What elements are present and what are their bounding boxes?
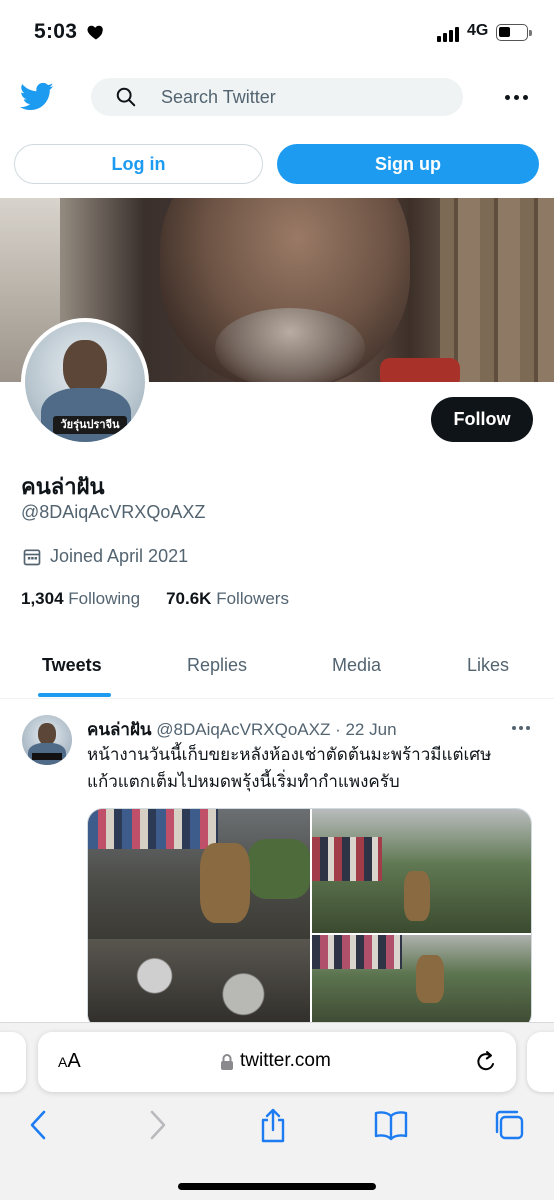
previous-tab-card[interactable] xyxy=(0,1032,26,1092)
tweet-photo[interactable] xyxy=(88,809,310,1029)
search-input[interactable] xyxy=(161,78,451,116)
search-icon xyxy=(116,87,136,107)
active-tab-indicator xyxy=(38,693,111,697)
status-bar: 5:03 4G xyxy=(0,0,554,66)
tabs-icon[interactable] xyxy=(492,1108,526,1142)
followers-count: 70.6K xyxy=(166,589,212,608)
tweet-avatar[interactable] xyxy=(22,715,72,765)
followers-link[interactable]: 70.6K Followers xyxy=(166,589,289,609)
url-text: twitter.com xyxy=(240,1050,331,1071)
more-icon[interactable] xyxy=(505,87,529,107)
following-count: 1,304 xyxy=(21,589,64,608)
next-tab-card[interactable] xyxy=(527,1032,554,1092)
tweet-text: หน้างานวันนี้เก็บขยะหลังห้องเช่าตัดต้นมะ… xyxy=(87,741,527,795)
bookmarks-icon[interactable] xyxy=(373,1108,409,1142)
profile-avatar[interactable]: วัยรุ่นปราจีน xyxy=(21,318,149,446)
tweet-meta: @8DAiqAcVRXQoAXZ · 22 Jun xyxy=(156,720,397,739)
following-link[interactable]: 1,304 Following xyxy=(21,589,140,609)
status-time: 5:03 xyxy=(34,20,78,43)
tab-likes[interactable]: Likes xyxy=(467,655,509,676)
aa-large: A xyxy=(67,1050,81,1072)
search-bar[interactable] xyxy=(91,78,463,116)
tab-replies[interactable]: Replies xyxy=(187,655,247,676)
back-icon[interactable] xyxy=(28,1108,50,1142)
twitter-logo-icon[interactable] xyxy=(20,82,54,112)
joined-text: Joined April 2021 xyxy=(50,546,189,566)
follow-stats: 1,304 Following 70.6K Followers xyxy=(21,589,289,609)
tweet-header: คนล่าฝัน @8DAiqAcVRXQoAXZ · 22 Jun xyxy=(87,716,397,743)
tweet-text-line: แก้วแตกเต็มไปหมดพรุ้งนี้เริ่มทำกำแพงครับ xyxy=(87,772,400,791)
calendar-icon xyxy=(23,549,41,565)
tweet-text-line: หน้างานวันนี้เก็บขยะหลังห้องเช่าตัดต้นมะ… xyxy=(87,745,492,764)
followers-label: Followers xyxy=(216,589,289,608)
address-bar[interactable]: AA twitter.com xyxy=(38,1032,516,1092)
tab-media[interactable]: Media xyxy=(332,655,381,676)
login-button[interactable]: Log in xyxy=(14,144,263,184)
following-label: Following xyxy=(68,589,141,608)
joined-date: Joined April 2021 xyxy=(22,546,188,567)
page-settings-button[interactable]: AA xyxy=(58,1050,81,1073)
signup-button[interactable]: Sign up xyxy=(277,144,539,184)
forward-icon[interactable] xyxy=(146,1108,168,1142)
tweet-author-name[interactable]: คนล่าฝัน xyxy=(87,720,152,739)
tweet-media-grid xyxy=(87,808,532,1030)
reload-icon[interactable] xyxy=(474,1049,498,1075)
heart-icon xyxy=(87,25,103,40)
tweet-more-icon[interactable] xyxy=(512,726,530,730)
battery-icon xyxy=(496,24,532,41)
handle: @8DAiqAcVRXQoAXZ xyxy=(21,502,206,522)
follow-button[interactable]: Follow xyxy=(431,397,533,442)
home-indicator[interactable] xyxy=(178,1183,376,1190)
tweet-photo[interactable] xyxy=(312,809,531,933)
network-type: 4G xyxy=(467,22,489,39)
lock-icon xyxy=(221,1054,233,1070)
tab-tweets[interactable]: Tweets xyxy=(42,655,102,676)
signal-icon xyxy=(437,26,459,42)
avatar-text: วัยรุ่นปราจีน xyxy=(53,416,127,434)
tweet-photo[interactable] xyxy=(312,935,531,1029)
display-name: คนล่าฝัน xyxy=(21,474,105,499)
share-icon[interactable] xyxy=(258,1108,288,1144)
aa-small: A xyxy=(58,1054,68,1070)
profile-tabs: Tweets Replies Media Likes xyxy=(0,637,554,699)
